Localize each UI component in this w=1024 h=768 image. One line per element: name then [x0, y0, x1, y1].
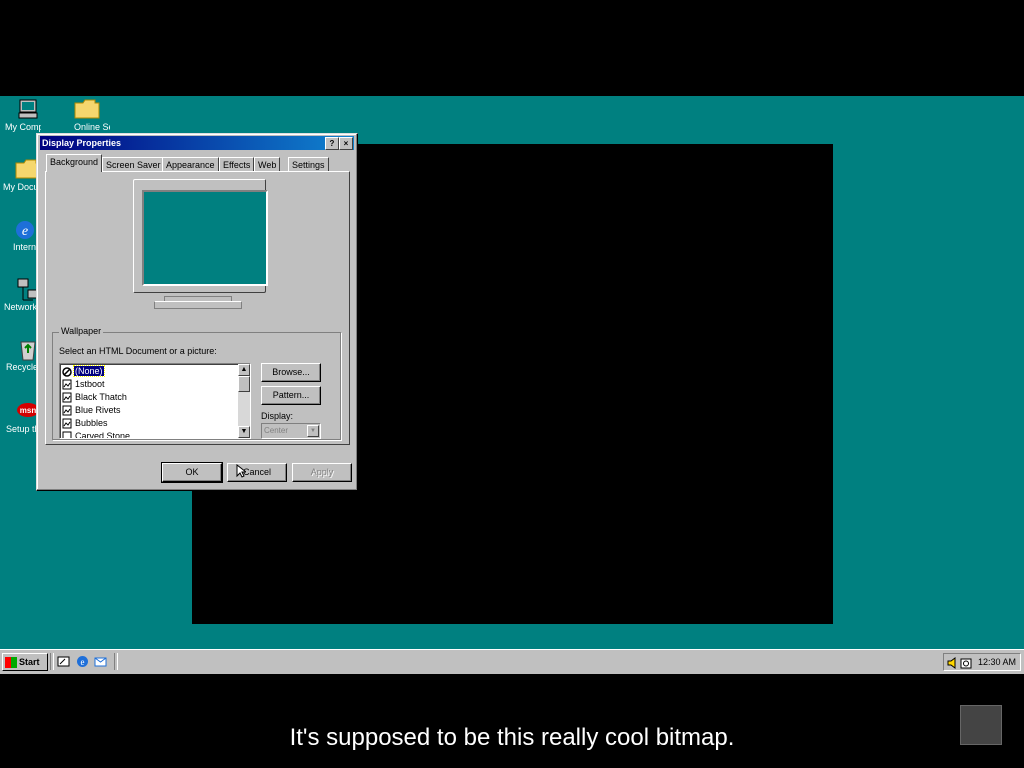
- video-letterbox-top: [0, 0, 1024, 96]
- folder-icon: [74, 98, 100, 120]
- ok-button[interactable]: OK: [161, 462, 223, 483]
- list-item-label: Bubbles: [75, 418, 108, 428]
- show-desktop-icon[interactable]: [57, 655, 70, 668]
- list-item[interactable]: 1stboot: [62, 378, 106, 391]
- display-label: Display:: [261, 411, 294, 421]
- wallpaper-group: Wallpaper Select an HTML Document or a p…: [52, 326, 341, 440]
- clock[interactable]: 12:30 AM: [978, 654, 1016, 670]
- wallpaper-group-label: Wallpaper: [59, 326, 104, 336]
- volume-icon[interactable]: [947, 656, 959, 674]
- wallpaper-select-label: Select an HTML Document or a picture:: [59, 346, 217, 356]
- scroll-up-icon[interactable]: ▲: [238, 364, 250, 376]
- desktop-icon-label: Online Services: [74, 122, 110, 132]
- outlook-express-icon[interactable]: [94, 655, 107, 668]
- tab-background[interactable]: Background: [46, 154, 103, 172]
- pattern-button[interactable]: Pattern...: [261, 386, 321, 405]
- display-properties-dialog: Display Properties ? × Background Screen…: [36, 133, 358, 491]
- desktop-icon-online-services[interactable]: Online Services: [74, 98, 134, 132]
- svg-text:msn: msn: [20, 406, 37, 415]
- scroll-down-icon[interactable]: ▼: [238, 426, 250, 438]
- desktop-icon-label: My Documents: [3, 182, 39, 192]
- desktop-icon-label: My Computer: [5, 122, 41, 132]
- bitmap-file-icon: [62, 431, 72, 438]
- close-button[interactable]: ×: [339, 137, 353, 150]
- system-tray: 12:30 AM: [943, 653, 1021, 671]
- tab-web[interactable]: Web: [254, 157, 281, 172]
- taskbar: Start e 12:30 AM: [0, 649, 1024, 674]
- mouse-cursor-icon: [236, 463, 248, 483]
- list-item-label: Carved Stone: [75, 431, 131, 439]
- list-item-label: (None): [73, 365, 105, 377]
- dialog-title: Display Properties: [42, 138, 122, 148]
- taskbar-divider: [114, 653, 118, 670]
- bitmap-file-icon: [62, 392, 72, 403]
- listbox-scrollbar[interactable]: ▲ ▼: [238, 364, 250, 438]
- monitor-screen-preview: [142, 190, 268, 286]
- background-tab-panel: Wallpaper Select an HTML Document or a p…: [45, 171, 350, 445]
- display-mode-value: Center: [264, 426, 289, 435]
- apply-button[interactable]: Apply: [292, 463, 352, 482]
- list-item[interactable]: Black Thatch: [62, 391, 128, 404]
- tab-settings[interactable]: Settings: [288, 157, 329, 172]
- svg-text:e: e: [81, 657, 85, 667]
- bitmap-file-icon: [62, 418, 72, 429]
- chevron-down-icon[interactable]: ▼: [307, 425, 319, 437]
- channel-watermark-icon: [960, 705, 1002, 745]
- monitor-base: [154, 301, 242, 309]
- start-label: Start: [19, 657, 40, 667]
- list-item[interactable]: Blue Rivets: [62, 404, 122, 417]
- tab-appearance[interactable]: Appearance: [162, 157, 219, 172]
- desktop-icon-my-computer[interactable]: My Computer: [5, 98, 65, 132]
- none-icon: [62, 366, 72, 377]
- internet-explorer-icon[interactable]: e: [76, 655, 89, 668]
- start-button[interactable]: Start: [2, 653, 48, 671]
- internet-explorer-icon: e: [13, 218, 37, 240]
- desktop-icon-label: Network Neighborhood: [4, 302, 40, 312]
- tab-screen-saver[interactable]: Screen Saver: [102, 157, 165, 172]
- list-item-label: 1stboot: [75, 379, 105, 389]
- wallpaper-listbox[interactable]: (None) 1stboot Black Thatch Blue Rivets …: [59, 363, 251, 439]
- display-mode-select[interactable]: Center ▼: [261, 423, 321, 439]
- browse-button[interactable]: Browse...: [261, 363, 321, 382]
- scheduler-icon[interactable]: [960, 656, 972, 674]
- list-item-label: Blue Rivets: [75, 405, 121, 415]
- bitmap-file-icon: [62, 405, 72, 416]
- tab-effects[interactable]: Effects: [219, 157, 255, 172]
- list-item[interactable]: Bubbles: [62, 417, 109, 430]
- help-button[interactable]: ?: [325, 137, 339, 150]
- my-computer-icon: [17, 98, 41, 120]
- taskbar-divider: [50, 653, 54, 670]
- video-subtitle: It's supposed to be this really cool bit…: [289, 724, 735, 751]
- list-item[interactable]: Carved Stone: [62, 430, 131, 439]
- windows-logo-icon: [5, 657, 17, 669]
- bitmap-file-icon: [62, 379, 72, 390]
- list-item-label: Black Thatch: [75, 392, 127, 402]
- monitor-preview: [125, 179, 271, 294]
- scroll-thumb[interactable]: [238, 376, 250, 392]
- monitor-body: [133, 179, 268, 293]
- svg-text:e: e: [22, 224, 28, 239]
- list-item[interactable]: (None): [62, 365, 105, 378]
- dialog-titlebar[interactable]: Display Properties ? ×: [40, 136, 354, 150]
